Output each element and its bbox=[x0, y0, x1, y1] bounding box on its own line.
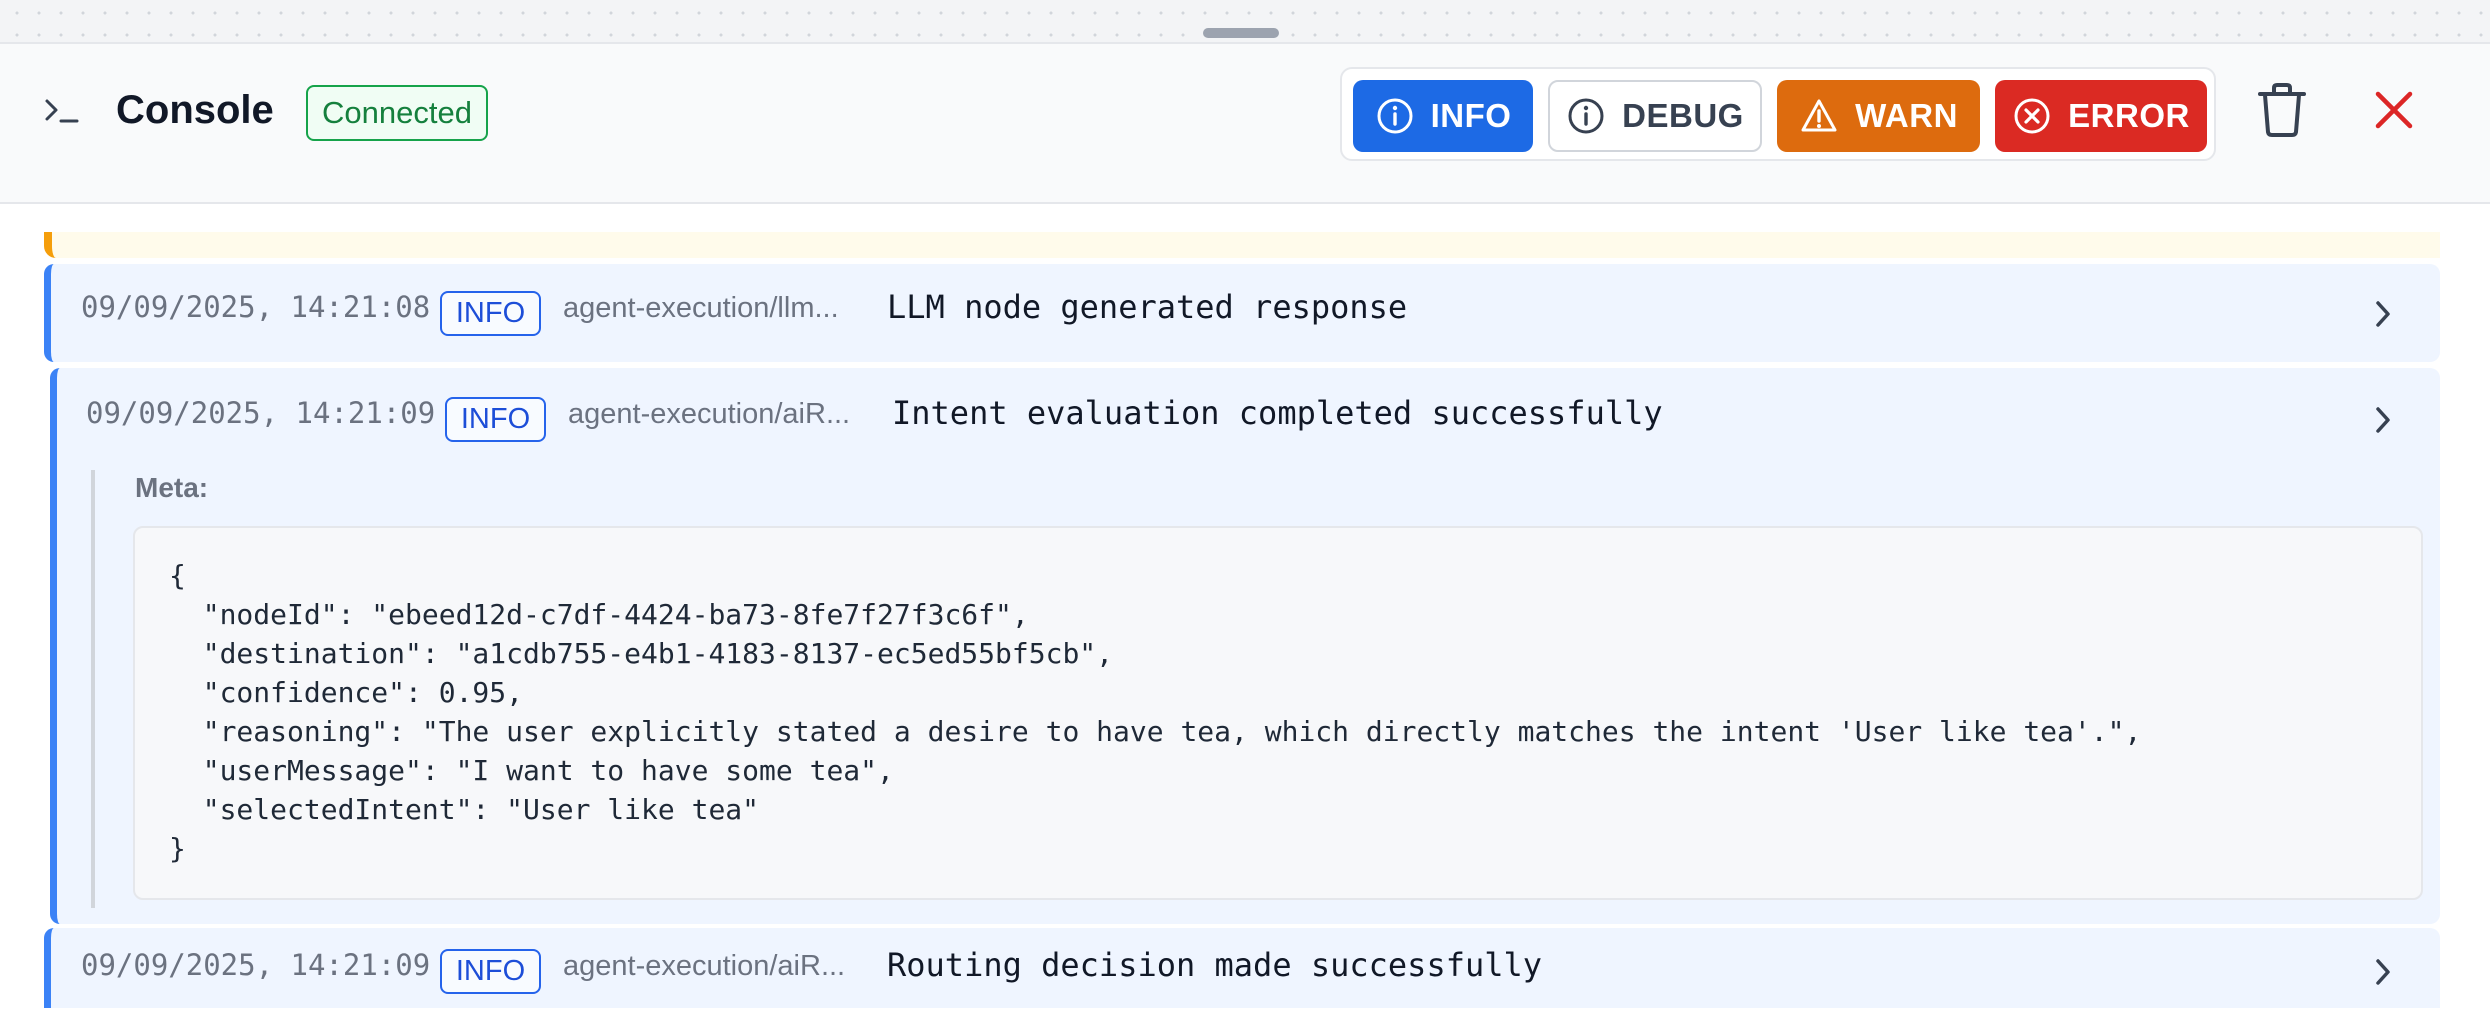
filter-error-button[interactable]: ERROR bbox=[1995, 80, 2207, 152]
log-entry-expanded[interactable]: 09/09/2025, 14:21:09 INFO agent-executio… bbox=[50, 368, 2440, 924]
chevron-right-icon[interactable] bbox=[2373, 298, 2393, 330]
filter-debug-label: DEBUG bbox=[1622, 97, 1744, 134]
log-timestamp: 09/09/2025, 14:21:08 bbox=[81, 290, 431, 324]
log-source: agent-execution/llm... bbox=[563, 292, 839, 324]
level-filter-group: INFO DEBUG WARN ERROR bbox=[1340, 67, 2216, 161]
log-source: agent-execution/aiR... bbox=[568, 398, 851, 430]
log-level-badge: INFO bbox=[440, 949, 541, 994]
log-entry-warn-partial[interactable] bbox=[44, 232, 2440, 258]
resize-handle[interactable] bbox=[1203, 28, 1279, 38]
close-icon[interactable] bbox=[2372, 88, 2416, 132]
meta-json-text: { "nodeId": "ebeed12d-c7df-4424-ba73-8fe… bbox=[169, 559, 2142, 865]
console-title: Console bbox=[116, 88, 274, 132]
filter-debug-button[interactable]: DEBUG bbox=[1548, 80, 1762, 152]
log-message: Routing decision made successfully bbox=[887, 946, 1543, 984]
chevron-right-icon[interactable] bbox=[2373, 404, 2393, 436]
info-circle-icon bbox=[1377, 98, 1413, 134]
log-meta-section: Meta: { "nodeId": "ebeed12d-c7df-4424-ba… bbox=[91, 470, 2431, 908]
terminal-icon bbox=[45, 99, 79, 123]
log-level-badge: INFO bbox=[440, 291, 541, 336]
log-timestamp: 09/09/2025, 14:21:09 bbox=[86, 396, 436, 430]
filter-info-button[interactable]: INFO bbox=[1353, 80, 1533, 152]
meta-label: Meta: bbox=[135, 472, 209, 503]
trash-icon[interactable] bbox=[2256, 82, 2308, 138]
log-level-badge: INFO bbox=[445, 397, 546, 442]
log-message: Intent evaluation completed successfully bbox=[892, 394, 1663, 432]
log-entry[interactable]: 09/09/2025, 14:21:08 INFO agent-executio… bbox=[44, 264, 2440, 362]
log-source: agent-execution/aiR... bbox=[563, 950, 846, 982]
filter-info-label: INFO bbox=[1430, 97, 1512, 134]
info-circle-icon bbox=[1568, 98, 1604, 134]
log-timestamp: 09/09/2025, 14:21:09 bbox=[81, 948, 431, 982]
filter-warn-button[interactable]: WARN bbox=[1777, 80, 1980, 152]
connection-status-badge: Connected bbox=[306, 85, 488, 141]
log-entry[interactable]: 09/09/2025, 14:21:09 INFO agent-executio… bbox=[44, 928, 2440, 1008]
warning-triangle-icon bbox=[1801, 99, 1837, 132]
chevron-right-icon[interactable] bbox=[2373, 956, 2393, 988]
filter-error-label: ERROR bbox=[2068, 97, 2190, 134]
filter-warn-label: WARN bbox=[1855, 97, 1958, 134]
meta-json-block: { "nodeId": "ebeed12d-c7df-4424-ba73-8fe… bbox=[133, 526, 2423, 900]
log-message: LLM node generated response bbox=[887, 288, 1408, 326]
x-circle-icon bbox=[2014, 98, 2050, 134]
log-list: 09/09/2025, 14:21:08 INFO agent-executio… bbox=[0, 204, 2490, 1008]
